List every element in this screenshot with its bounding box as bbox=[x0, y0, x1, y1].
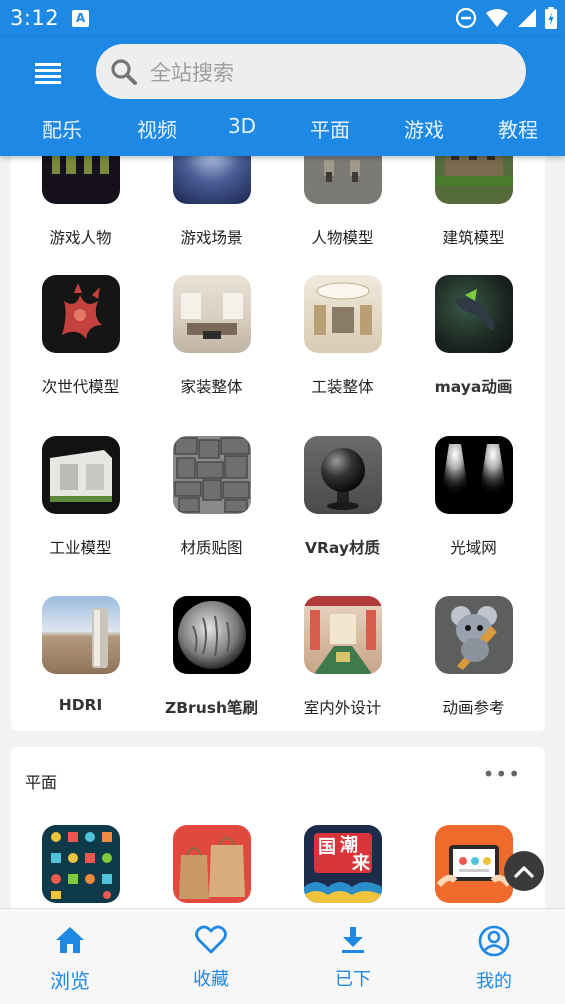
animation-reference-thumbnail bbox=[434, 596, 513, 674]
category-item[interactable]: 次世代模型 bbox=[14, 275, 147, 397]
battery-icon bbox=[545, 7, 557, 29]
nav-label: 我的 bbox=[476, 971, 512, 992]
search-bar[interactable]: 全站搜索 bbox=[96, 44, 526, 99]
home-decor-thumbnail bbox=[172, 275, 251, 353]
item-label: VRay材质 bbox=[304, 539, 381, 557]
category-item[interactable]: HDRI bbox=[14, 596, 147, 714]
category-item[interactable]: 室内外设计 bbox=[276, 596, 409, 718]
industrial-model-thumbnail bbox=[41, 436, 120, 514]
commercial-decor-thumbnail bbox=[303, 275, 382, 353]
paper-bag-mockup-thumbnail bbox=[172, 825, 251, 903]
item-label: 建筑模型 bbox=[442, 229, 505, 247]
maya-animation-thumbnail bbox=[434, 275, 513, 353]
nav-label: 收藏 bbox=[193, 969, 229, 990]
svg-text:来: 来 bbox=[351, 853, 371, 874]
category-item[interactable]: 游戏人物 bbox=[14, 156, 147, 248]
category-item[interactable]: 材质贴图 bbox=[145, 436, 278, 558]
category-item[interactable]: 国潮来 bbox=[276, 825, 409, 903]
wifi-icon bbox=[486, 9, 508, 27]
top-app-bar: 全站搜索 配乐 视频 3D 平面 游戏 教程 bbox=[0, 38, 565, 156]
chinese-trend-poster-thumbnail: 国潮来 bbox=[303, 825, 382, 903]
tablet-illustration-thumbnail bbox=[434, 825, 513, 903]
category-item[interactable]: 光域网 bbox=[407, 436, 540, 558]
item-label: 次世代模型 bbox=[41, 378, 120, 396]
status-time: 3:12 bbox=[10, 6, 60, 30]
chevron-up-icon bbox=[514, 866, 534, 878]
nav-downloaded[interactable]: 已下 bbox=[303, 925, 403, 991]
category-item[interactable]: ZBrush笔刷 bbox=[145, 596, 278, 718]
bottom-navigation: 浏览 收藏 已下 我的 bbox=[0, 908, 565, 1004]
item-label: 材质贴图 bbox=[180, 539, 243, 557]
item-label: maya动画 bbox=[434, 378, 513, 396]
nav-label: 已下 bbox=[335, 969, 371, 990]
tab-graphic[interactable]: 平面 bbox=[310, 114, 350, 143]
nav-favorites[interactable]: 收藏 bbox=[161, 925, 261, 991]
status-icons bbox=[455, 7, 557, 29]
section-title: 平面 bbox=[25, 773, 58, 792]
svg-text:国: 国 bbox=[318, 837, 336, 858]
category-item[interactable] bbox=[14, 825, 147, 903]
tab-3d[interactable]: 3D bbox=[228, 114, 256, 138]
material-texture-thumbnail bbox=[172, 436, 251, 514]
item-label: 光域网 bbox=[450, 539, 497, 557]
notification-icon: A bbox=[72, 10, 89, 27]
zbrush-brush-thumbnail bbox=[172, 596, 251, 674]
tab-tutorial[interactable]: 教程 bbox=[498, 114, 538, 143]
category-item[interactable]: 游戏场景 bbox=[145, 156, 278, 248]
do-not-disturb-icon bbox=[455, 7, 477, 29]
nav-label: 浏览 bbox=[50, 969, 90, 993]
category-item[interactable]: 工装整体 bbox=[276, 275, 409, 397]
graphic-category-card: 平面 ••• 国潮来 bbox=[11, 747, 545, 908]
category-item[interactable] bbox=[145, 825, 278, 903]
category-item[interactable]: VRay材质 bbox=[276, 436, 409, 558]
item-label: 动画参考 bbox=[442, 699, 505, 717]
heart-icon bbox=[195, 925, 227, 954]
ies-light-thumbnail bbox=[434, 436, 513, 514]
menu-icon bbox=[35, 63, 61, 84]
menu-button[interactable] bbox=[32, 58, 66, 88]
item-label: 人物模型 bbox=[311, 229, 374, 247]
search-icon bbox=[111, 58, 137, 85]
item-label: 游戏场景 bbox=[180, 229, 243, 247]
category-item[interactable]: 建筑模型 bbox=[407, 156, 540, 248]
hdri-thumbnail bbox=[41, 596, 120, 674]
download-icon bbox=[342, 927, 364, 953]
nav-browse[interactable]: 浏览 bbox=[20, 925, 120, 994]
content-scroll[interactable]: 游戏人物 游戏场景 人物模型 建筑模型 次世代模型 家装整体 工装整体 maya… bbox=[0, 156, 565, 908]
status-bar: 3:12 A bbox=[0, 0, 565, 38]
tab-music[interactable]: 配乐 bbox=[42, 114, 82, 143]
game-scene-thumbnail bbox=[172, 156, 251, 204]
item-label: 工业模型 bbox=[49, 539, 112, 557]
item-label: 游戏人物 bbox=[49, 229, 112, 247]
signal-icon bbox=[518, 9, 536, 27]
category-item[interactable]: 工业模型 bbox=[14, 436, 147, 558]
home-icon bbox=[56, 927, 84, 953]
character-model-thumbnail bbox=[303, 156, 382, 204]
interior-exterior-design-thumbnail bbox=[303, 596, 382, 674]
category-item[interactable]: maya动画 bbox=[407, 275, 540, 397]
category-tabs: 配乐 视频 3D 平面 游戏 教程 bbox=[0, 112, 565, 152]
scroll-to-top-button[interactable] bbox=[504, 851, 544, 891]
item-label: 室内外设计 bbox=[303, 699, 382, 717]
3d-category-card: 游戏人物 游戏场景 人物模型 建筑模型 次世代模型 家装整体 工装整体 maya… bbox=[11, 156, 545, 731]
account-icon bbox=[478, 925, 510, 957]
icon-set-thumbnail bbox=[41, 825, 120, 903]
search-placeholder: 全站搜索 bbox=[150, 60, 234, 85]
item-label: HDRI bbox=[58, 696, 103, 714]
category-item[interactable]: 人物模型 bbox=[276, 156, 409, 248]
category-item[interactable]: 动画参考 bbox=[407, 596, 540, 718]
game-characters-thumbnail bbox=[41, 156, 120, 204]
vray-material-thumbnail bbox=[303, 436, 382, 514]
item-label: 家装整体 bbox=[180, 378, 243, 396]
item-label: 工装整体 bbox=[311, 378, 374, 396]
tab-game[interactable]: 游戏 bbox=[404, 114, 444, 143]
tab-video[interactable]: 视频 bbox=[137, 114, 177, 143]
next-gen-model-thumbnail bbox=[41, 275, 120, 353]
more-button[interactable]: ••• bbox=[483, 764, 521, 784]
category-item[interactable]: 家装整体 bbox=[145, 275, 278, 397]
building-model-thumbnail bbox=[434, 156, 513, 204]
item-label: ZBrush笔刷 bbox=[165, 699, 258, 717]
nav-profile[interactable]: 我的 bbox=[444, 925, 544, 993]
